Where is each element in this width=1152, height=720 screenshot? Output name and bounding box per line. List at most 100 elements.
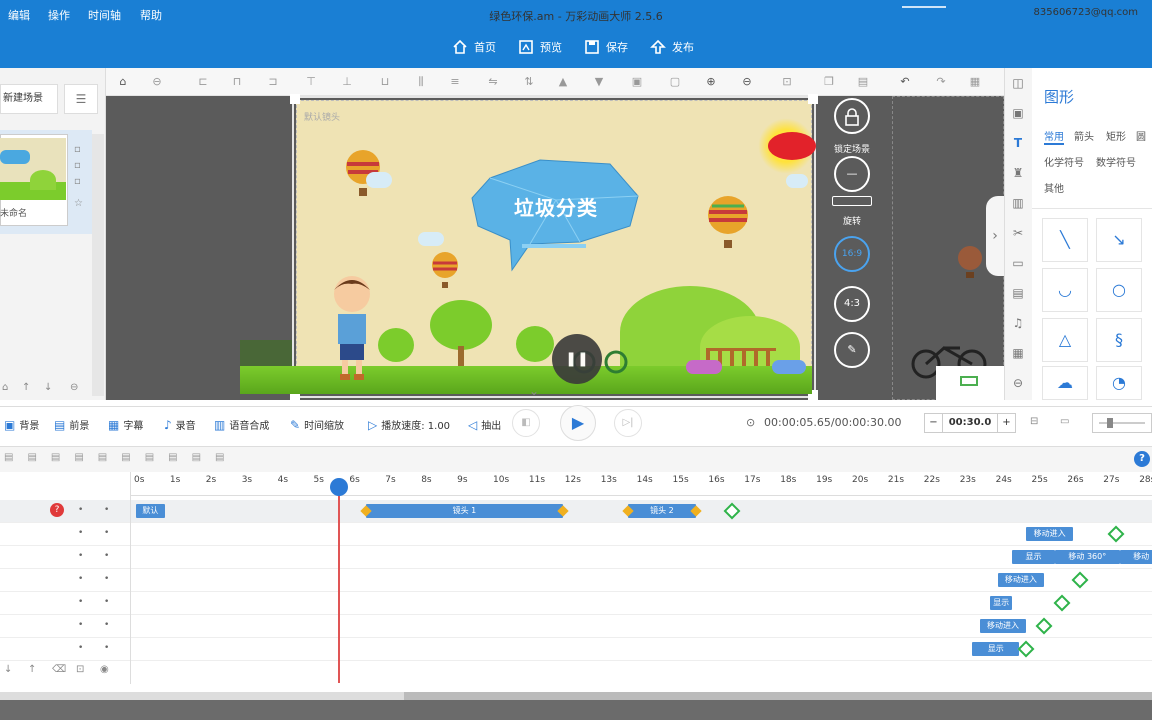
lock-icon[interactable]: ⊡ — [780, 75, 794, 89]
duration-stepper[interactable]: − 00:30.0 + — [924, 413, 1016, 433]
timeline-clip[interactable]: 移动进入 — [1026, 527, 1073, 541]
music-tool-icon[interactable]: ♫ — [1008, 314, 1028, 332]
timeline-zoom-slider[interactable] — [1092, 413, 1152, 433]
scene-name[interactable]: 未命名 — [0, 206, 27, 219]
scene-down-icon[interactable]: ↓ — [44, 382, 52, 393]
playhead-line[interactable] — [337, 483, 340, 683]
preview-button[interactable]: 预览 — [518, 36, 562, 58]
minimap-viewport[interactable] — [960, 376, 978, 386]
timeline-hscroll-thumb[interactable] — [404, 692, 1152, 700]
red-element[interactable] — [768, 132, 816, 160]
timeline-clip[interactable]: 移动进入 — [997, 573, 1045, 587]
ratio-16-9-button[interactable]: 16:9 — [834, 236, 870, 272]
track-delete-icon[interactable]: ⌫ — [52, 664, 66, 675]
minimap[interactable] — [936, 366, 1004, 400]
tab-arrow[interactable]: 箭头 — [1074, 128, 1094, 143]
tree-small[interactable] — [378, 328, 414, 362]
brush-button[interactable]: ✎ — [834, 332, 870, 368]
shape-triangle[interactable]: △ — [1042, 318, 1088, 362]
fit-icon[interactable]: ⊟ — [1030, 416, 1038, 427]
scene-add-icon[interactable]: ⌂ — [2, 382, 8, 393]
align-center-icon[interactable]: ⊓ — [230, 75, 244, 89]
tab-other[interactable]: 其他 — [1044, 180, 1064, 195]
save-button[interactable]: 保存 — [584, 36, 628, 58]
timeline-track-row[interactable] — [0, 569, 1152, 592]
track-lock-toggle[interactable]: • — [78, 551, 83, 561]
group-icon[interactable]: ▣ — [630, 75, 644, 89]
bubble-slider[interactable] — [522, 244, 586, 248]
zoom-in-icon[interactable]: ⊕ — [704, 75, 718, 89]
home-button[interactable]: 首页 — [452, 36, 496, 58]
zoom-thumb[interactable] — [1107, 418, 1113, 428]
background-button[interactable]: ▣ 背景 — [4, 417, 39, 433]
foreground-button[interactable]: ▤ 前景 — [54, 417, 89, 433]
window-minimize-bar[interactable] — [902, 0, 946, 8]
home-view-icon[interactable]: ⌂ — [116, 75, 130, 89]
playhead-handle[interactable] — [329, 478, 348, 496]
scene-delete-icon[interactable]: ▫ — [74, 160, 81, 171]
ungroup-icon[interactable]: ▢ — [668, 75, 682, 89]
folder-tool-icon[interactable]: ▤ — [1008, 284, 1028, 302]
track-lock-toggle[interactable]: • — [78, 643, 83, 653]
text-tool-icon[interactable]: T — [1008, 134, 1028, 152]
play-speed-button[interactable]: ▷ 播放速度: 1.00 — [368, 417, 450, 433]
shape-arc[interactable]: ◡ — [1042, 268, 1088, 312]
help-icon[interactable]: ? — [1134, 451, 1150, 467]
more-tool-icon[interactable]: ⊖ — [1008, 374, 1028, 392]
offstage-balloon[interactable] — [956, 246, 984, 280]
scene-star-icon[interactable]: ☆ — [74, 198, 83, 209]
tree-small[interactable] — [516, 326, 554, 362]
image-tool-icon[interactable]: ▣ — [1008, 104, 1028, 122]
track-lock-toggle[interactable]: • — [78, 620, 83, 630]
align-middle-icon[interactable]: ⊥ — [340, 75, 354, 89]
timeline-clip[interactable]: 显示 — [990, 596, 1012, 610]
timeline-clip[interactable]: 移动进入 — [979, 619, 1027, 633]
new-scene-button[interactable]: 新建场景 — [0, 84, 58, 114]
rotate-dial[interactable]: — — [834, 156, 870, 192]
tree[interactable] — [430, 300, 492, 350]
tab-circle[interactable]: 圆 — [1136, 128, 1146, 143]
cloud[interactable] — [418, 232, 444, 246]
flowers[interactable] — [686, 360, 722, 374]
layer-up-icon[interactable]: ▲ — [556, 75, 570, 89]
align-right-icon[interactable]: ⊐ — [266, 75, 280, 89]
track-visibility-toggle[interactable]: • — [104, 551, 109, 561]
scene-scrollbar[interactable] — [92, 134, 104, 396]
track-visibility-toggle[interactable]: • — [104, 505, 109, 515]
paste-icon[interactable]: ▤ — [856, 75, 870, 89]
timeline-clip[interactable]: 镜头 1 — [365, 504, 564, 518]
shape-arrow[interactable]: ↘ — [1096, 218, 1142, 262]
scene-remove-icon[interactable]: ⊖ — [70, 382, 78, 393]
shape-cloud[interactable]: ☁ — [1042, 366, 1088, 400]
tools-icon[interactable]: ✂ — [1008, 224, 1028, 242]
track-lock-toggle[interactable]: • — [78, 505, 83, 515]
track-visibility-toggle[interactable]: • — [104, 643, 109, 653]
collapse-chevron-icon[interactable]: ⌄ — [520, 384, 548, 398]
redo-icon[interactable]: ↷ — [934, 75, 948, 89]
timeline-track-row[interactable] — [0, 500, 1152, 523]
distribute-h-icon[interactable]: ⫼ — [414, 75, 428, 89]
tab-common[interactable]: 常用 — [1044, 128, 1064, 145]
timeline-clip[interactable]: 显示 — [1011, 550, 1056, 564]
pause-overlay-button[interactable]: ❚❚ — [552, 334, 602, 384]
subtitle-button[interactable]: ▦ 字幕 — [108, 417, 143, 433]
align-left-icon[interactable]: ⊏ — [196, 75, 210, 89]
ratio-4-3-button[interactable]: 4:3 — [834, 286, 870, 322]
expand-panel-icon[interactable]: › — [986, 196, 1004, 276]
track-down-icon[interactable]: ↓ — [4, 664, 12, 675]
camera-track-alert-icon[interactable]: ? — [50, 503, 64, 517]
scene-settings-icon[interactable]: ☰ — [64, 84, 98, 114]
timeline-clip[interactable]: 移动 360° — [1055, 550, 1120, 564]
track-visibility-toggle[interactable]: • — [104, 620, 109, 630]
track-visibility-icon[interactable]: ◉ — [100, 664, 109, 675]
track-visibility-toggle[interactable]: • — [104, 528, 109, 538]
track-lock-toggle[interactable]: • — [78, 574, 83, 584]
track-visibility-toggle[interactable]: • — [104, 574, 109, 584]
scene-up-icon[interactable]: ↑ — [22, 382, 30, 393]
role-tool-icon[interactable]: ♜ — [1008, 164, 1028, 182]
track-lock-toggle[interactable]: • — [78, 597, 83, 607]
track-visibility-toggle[interactable]: • — [104, 597, 109, 607]
duration-value[interactable]: 00:30.0 — [943, 414, 997, 432]
bubble-tool-icon[interactable]: ▭ — [1008, 254, 1028, 272]
track-lock-toggle[interactable]: • — [78, 528, 83, 538]
